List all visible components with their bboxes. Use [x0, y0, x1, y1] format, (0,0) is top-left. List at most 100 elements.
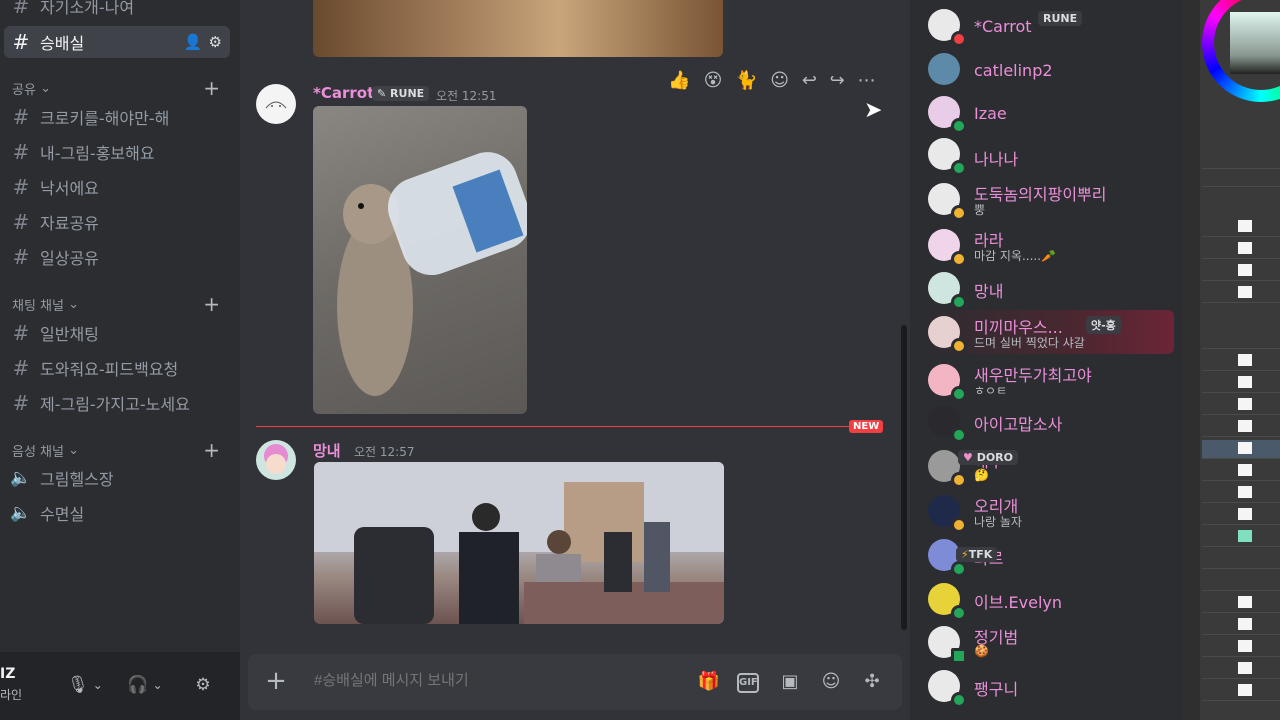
layer-row[interactable] [1202, 594, 1280, 613]
channel-item[interactable]: # 제-그림-가지고-노세요 [4, 387, 230, 419]
layer-thumbnail [1238, 286, 1252, 298]
layer-row[interactable] [1202, 240, 1280, 259]
forward-icon[interactable]: ↪ [830, 70, 845, 91]
member-item[interactable]: 아이고맙소사 [918, 399, 1174, 443]
member-name: 나나나 [974, 150, 1019, 169]
channel-label: 수면실 [40, 505, 85, 524]
member-name: *Carrot [974, 17, 1032, 36]
voice-channel-item[interactable]: 🔈 그림헬스장 [4, 462, 230, 494]
layer-folder-row[interactable] [1202, 330, 1280, 349]
member-item[interactable]: 라라 마감 지옥.....🥕 [918, 223, 1174, 267]
apps-icon[interactable]: ✣ [860, 670, 884, 694]
color-picker-square[interactable] [1230, 12, 1280, 74]
layer-row[interactable] [1202, 396, 1280, 415]
category-chat[interactable]: 채팅 채널 ⌄ + [12, 292, 226, 316]
member-item[interactable]: catlelinp2 [918, 47, 1174, 91]
user-settings-button[interactable]: ⚙ [186, 670, 220, 700]
channel-item[interactable]: # 일반채팅 [4, 317, 230, 349]
member-item[interactable]: 팽구니 [918, 664, 1174, 708]
category-share[interactable]: 공유 ⌄ + [12, 76, 226, 100]
layer-row[interactable] [1202, 418, 1280, 437]
message-composer: + 🎁 GIF ▣ ☺ ✣ [248, 654, 902, 710]
member-item[interactable]: 도둑놈의지팡이뿌리 뿡 [918, 177, 1174, 221]
member-item[interactable]: 애쿠 ♥ DORO 🤔 [918, 444, 1174, 488]
message-input[interactable] [312, 671, 676, 690]
layer-row[interactable] [1202, 616, 1280, 635]
avatar[interactable] [256, 440, 296, 480]
layer-row[interactable] [1202, 284, 1280, 303]
member-name: 망내 [974, 282, 1004, 301]
emoji-icon[interactable]: ☺ [819, 670, 843, 694]
add-reaction-icon[interactable]: ☺ [770, 70, 789, 91]
add-channel-icon[interactable]: + [203, 292, 220, 316]
attachment-image[interactable] [313, 0, 723, 57]
layer-row[interactable] [1202, 506, 1280, 525]
add-channel-icon[interactable]: + [203, 76, 220, 100]
reaction-icon[interactable]: 🐈 [735, 70, 757, 91]
channel-item[interactable]: # 낙서에요 [4, 171, 230, 203]
layer-row[interactable] [1202, 528, 1280, 547]
channel-item[interactable]: # 내-그림-홍보해요 [4, 136, 230, 168]
layer-row[interactable] [1202, 352, 1280, 371]
message-author[interactable]: 망내 [313, 440, 341, 461]
channel-item[interactable]: # 자료공유 [4, 206, 230, 238]
attachment-image[interactable] [313, 106, 527, 414]
member-item[interactable]: 오리개 나랑 놀자 [918, 489, 1174, 533]
gift-icon[interactable]: 🎁 [697, 670, 721, 694]
member-item[interactable]: Izae [918, 90, 1174, 134]
layer-row[interactable] [1202, 462, 1280, 481]
idle-status-icon [951, 251, 967, 267]
headset-button[interactable]: 🎧 ⌄ [127, 670, 162, 700]
layer-row[interactable] [1202, 374, 1280, 393]
layer-row[interactable] [1202, 262, 1280, 281]
channel-item[interactable]: # 크로키를-해야만-해 [4, 101, 230, 133]
layer-row-selected[interactable] [1202, 440, 1280, 459]
layer-mode-row[interactable] [1202, 168, 1280, 187]
attachment-image[interactable] [314, 462, 724, 624]
member-item[interactable]: 나나나 [918, 132, 1174, 176]
layer-folder-row[interactable] [1202, 572, 1280, 591]
reaction-icon[interactable]: 😵 [704, 70, 723, 91]
category-voice[interactable]: 음성 채널 ⌄ + [12, 438, 226, 462]
online-status-icon [951, 427, 967, 443]
gif-icon[interactable]: GIF [737, 673, 759, 693]
member-item[interactable]: *Carrot RUNE [918, 3, 1174, 47]
layer-folder-row[interactable] [1202, 550, 1280, 569]
layer-row[interactable] [1202, 682, 1280, 701]
member-item[interactable]: 망내 [918, 266, 1174, 310]
hash-icon: # [12, 0, 30, 18]
channel-intro[interactable]: # 자기소개-나여 [4, 0, 230, 22]
role-tag: ✎ RUNE [372, 86, 430, 101]
channel-item[interactable]: # 도와줘요-피드백요청 [4, 352, 230, 384]
layer-thumbnail [1238, 486, 1252, 498]
member-item[interactable]: 정기범 🍪 [918, 620, 1174, 664]
upload-plus-button[interactable]: + [264, 666, 288, 696]
online-status-icon [951, 561, 967, 577]
channel-active[interactable]: # 승배실 👤 ⚙ [4, 26, 230, 58]
chat-scrollbar[interactable] [901, 325, 907, 630]
member-item[interactable]: 새우만두가최고야 ㅎㅇㅌ [918, 358, 1174, 402]
channel-item[interactable]: # 일상공유 [4, 241, 230, 273]
chat-area: *Carrot ✎ RUNE 오전 12:51 👍 😵 🐈 ☺ ↩ ↪ ⋯ NE… [240, 0, 910, 720]
layer-row[interactable] [1202, 484, 1280, 503]
member-list: *Carrot RUNE catlelinp2 Izae 나나나 도둑놈의지팡이… [910, 0, 1182, 720]
member-item[interactable]: 와르 ⚡TFK [918, 533, 1174, 577]
layer-row[interactable] [1202, 218, 1280, 237]
message-author[interactable]: *Carrot [313, 84, 374, 102]
member-item[interactable]: 미끼마우스... 얏-홍 드며 실버 찍었다 샤갈 [918, 310, 1174, 354]
thumbs-up-reaction-icon[interactable]: 👍 [668, 70, 690, 91]
layer-row[interactable] [1202, 660, 1280, 679]
invite-icon[interactable]: 👤 [184, 33, 203, 51]
reply-icon[interactable]: ↩ [802, 70, 817, 91]
sticker-icon[interactable]: ▣ [778, 670, 802, 694]
channel-label: 승배실 [40, 34, 85, 53]
idle-status-icon [951, 338, 967, 354]
mic-button[interactable]: 🎙 ⌄ [67, 670, 103, 700]
member-item[interactable]: 이브.Evelyn [918, 577, 1174, 621]
gear-icon[interactable]: ⚙ [209, 33, 222, 51]
avatar[interactable] [256, 84, 296, 124]
voice-channel-item[interactable]: 🔈 수면실 [4, 497, 230, 529]
layer-row[interactable] [1202, 638, 1280, 657]
add-channel-icon[interactable]: + [203, 438, 220, 462]
more-icon[interactable]: ⋯ [858, 70, 876, 91]
